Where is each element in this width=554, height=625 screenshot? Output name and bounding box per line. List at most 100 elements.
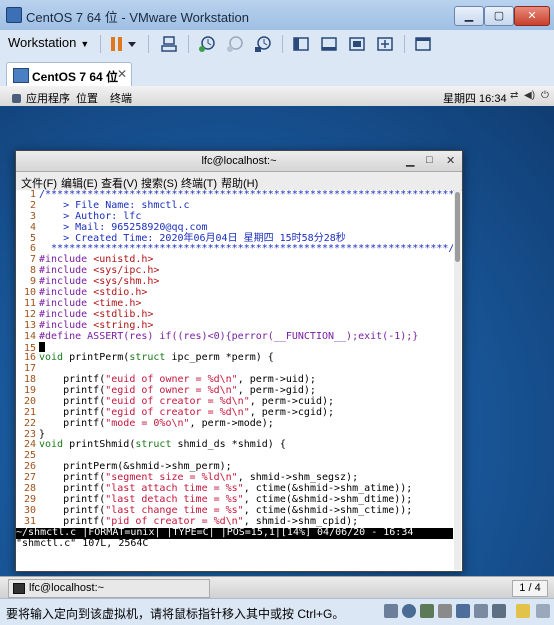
vim-message-line: "shmctl.c" 107L, 2564C [16, 537, 149, 549]
line-text: } [39, 428, 46, 440]
line-text: > File Name: shmctl.c [39, 199, 190, 211]
code-line: 14 #define ASSERT(res) if((res)<0){perror… [16, 330, 453, 343]
volume-icon[interactable]: ◀) [524, 90, 535, 101]
usb-icon[interactable] [474, 604, 488, 618]
line-text: printf("euid of owner = %d\n", perm->uid… [39, 374, 316, 386]
line-text: void printShmid(struct shmid_ds *shmid) … [39, 439, 286, 451]
minimize-icon[interactable]: ▁ [406, 154, 414, 167]
code-line: 31 printf("pid of creator = %d\n", shmid… [16, 515, 453, 528]
code-line: 16 void printPerm(struct ipc_perm *perm) … [16, 352, 453, 364]
close-button[interactable]: ✕ [514, 6, 550, 26]
toolbar-divider [282, 35, 283, 53]
clock[interactable]: 星期四 16:34 [443, 90, 507, 106]
toolbar-divider [404, 35, 405, 53]
menu-edit[interactable]: 编辑(E) [61, 175, 98, 191]
line-number: 13 [23, 319, 36, 331]
line-text: printf("segment size = %ld\n", shmid->sh… [39, 472, 359, 484]
message-log-icon[interactable] [516, 604, 530, 618]
unity-icon[interactable] [376, 35, 394, 53]
vmware-toolbar: Workstation ▼ [0, 30, 554, 59]
menu-file[interactable]: 文件(F) [21, 175, 57, 191]
line-text: ****************************************… [39, 243, 453, 255]
line-text: printf("egid of creator = %d\n", perm->c… [39, 406, 335, 418]
terminal-scrollbar[interactable] [454, 190, 461, 570]
maximize-button[interactable]: ▢ [484, 6, 514, 26]
minimize-button[interactable]: ▁ [454, 6, 484, 26]
network-icon[interactable]: ⇄ [510, 90, 518, 101]
line-text: printf("last attach time = %s", ctime(&s… [39, 483, 413, 495]
pause-icon[interactable] [108, 35, 126, 53]
line-text: printf("egid of owner = %d\n", perm->gid… [39, 385, 316, 397]
terminal-title: lfc@localhost:~ [201, 155, 277, 167]
workstation-label: Workstation [8, 35, 77, 50]
revert-snapshot-icon[interactable] [226, 35, 244, 53]
thumbnail-bar-icon[interactable] [320, 35, 338, 53]
line-text: printf("mode = 0%o\n", perm->mode); [39, 417, 274, 429]
terminal-title-bar: lfc@localhost:~ ▁ □ ✕ [16, 151, 462, 172]
power-icon[interactable]: ⏻ [541, 90, 549, 101]
console-view-icon[interactable] [414, 35, 432, 53]
vm-icon [13, 68, 29, 83]
gnome-bottom-panel: lfc@localhost:~ 1 / 4 [0, 576, 554, 599]
workspace-switcher[interactable]: 1 / 4 [512, 580, 548, 597]
printer-icon[interactable] [438, 604, 452, 618]
line-text: void printPerm(struct ipc_perm *perm) { [39, 352, 274, 364]
toolbar-divider [148, 35, 149, 53]
code-line: 24 void printShmid(struct shmid_ds *shmid… [16, 440, 453, 451]
places-menu[interactable]: 位置 [76, 90, 98, 106]
toolbar-divider [100, 35, 101, 53]
vmware-status-bar: 要将输入定向到该虚拟机，请将鼠标指针移入其中或按 Ctrl+G。 [0, 598, 554, 625]
vmware-app-icon [6, 7, 22, 23]
menu-terminal[interactable]: 终端(T) [181, 175, 217, 191]
code-lines: 1/**************************************… [16, 190, 453, 528]
line-number: 22 [23, 417, 36, 429]
toolbar-divider [188, 35, 189, 53]
send-ctrl-alt-del-icon[interactable] [160, 35, 178, 53]
status-hint: 要将输入定向到该虚拟机，请将鼠标指针移入其中或按 Ctrl+G。 [6, 607, 345, 621]
line-number: 31 [23, 515, 36, 527]
line-text: printf("last detach time = %s", ctime(&s… [39, 493, 413, 505]
taskbar-item-terminal[interactable]: lfc@localhost:~ [8, 579, 210, 598]
tab-centos[interactable]: CentOS 7 64 位 ✕ [6, 62, 132, 87]
line-text: printPerm(&shmid->shm_perm); [39, 461, 232, 473]
scrollbar-thumb[interactable] [455, 192, 460, 262]
power-dropdown-icon[interactable] [127, 35, 137, 53]
menu-view[interactable]: 查看(V) [101, 175, 138, 191]
applications-menu[interactable]: 应用程序 [12, 90, 70, 106]
window-title: CentOS 7 64 位 - VMware Workstation [26, 10, 250, 25]
full-screen-icon[interactable] [348, 35, 366, 53]
network-adapter-icon[interactable] [420, 604, 434, 618]
line-text: > Author: lfc [39, 210, 142, 222]
menu-help[interactable]: 帮助(H) [221, 175, 258, 191]
show-library-icon[interactable] [292, 35, 310, 53]
text-cursor [39, 342, 45, 353]
line-text: #include <string.h> [39, 319, 154, 331]
line-number: 14 [23, 330, 36, 342]
vmware-title-bar: CentOS 7 64 位 - VMware Workstation ▁ ▢ ✕ [0, 0, 554, 31]
line-text: #include <stdlib.h> [39, 308, 154, 320]
snapshot-icon[interactable] [198, 35, 216, 53]
vm-tab-strip: CentOS 7 64 位 ✕ [0, 58, 554, 87]
maximize-icon[interactable]: □ [426, 154, 433, 166]
line-text: > Created Time: 2020年06月04日 星期四 15时58分28… [39, 232, 346, 244]
line-text: #define ASSERT(res) if((res)<0){perror(_… [39, 330, 419, 342]
menu-search[interactable]: 搜索(S) [141, 175, 178, 191]
resize-grip-icon[interactable] [536, 604, 550, 618]
code-line: 22 printf("mode = 0%o\n", perm->mode); [16, 417, 453, 430]
display-icon[interactable] [492, 604, 506, 618]
close-icon[interactable]: ✕ [446, 154, 455, 167]
terminal-menu[interactable]: 终端 [110, 90, 132, 106]
line-number: 4 [29, 221, 36, 233]
line-text: #include <sys/ipc.h> [39, 265, 160, 277]
terminal-icon [13, 583, 25, 594]
cd-dvd-icon[interactable] [402, 604, 416, 618]
chevron-down-icon: ▼ [80, 39, 90, 49]
close-icon[interactable]: ✕ [117, 67, 127, 81]
hard-disk-icon[interactable] [384, 604, 398, 618]
line-text: printf("pid of creator = %d\n", shmid->s… [39, 515, 359, 527]
vim-status-line: ~/shmctl.c |FORMAT=unix| |TYPE=C| |POS=1… [16, 527, 453, 539]
workstation-menu-button[interactable]: Workstation ▼ [8, 35, 89, 50]
sound-card-icon[interactable] [456, 604, 470, 618]
vim-editor[interactable]: 1/**************************************… [16, 190, 453, 560]
snapshot-manager-icon[interactable] [254, 35, 272, 53]
